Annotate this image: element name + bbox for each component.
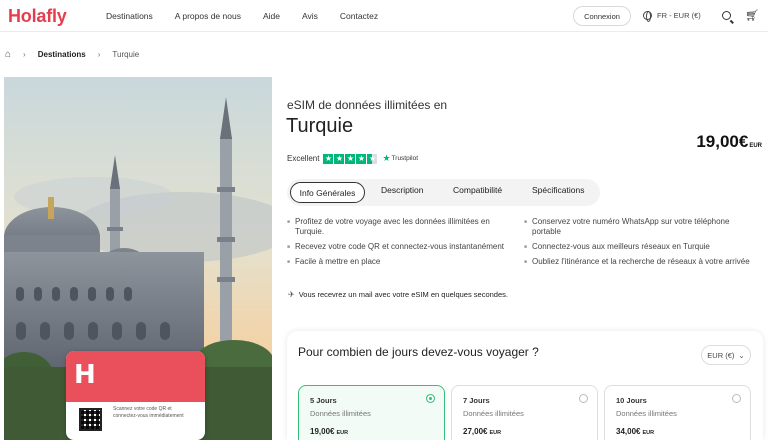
plan-data: Données illimitées [463, 409, 524, 418]
esim-card-header: H [66, 351, 205, 402]
plan-option-5-days[interactable]: 5 Jours Données illimitées 19,00€ EUR [298, 385, 445, 440]
features-left: ■ Profitez de votre voyage avec les donné… [287, 217, 512, 272]
plan-price: 19,00€ EUR [310, 427, 348, 436]
breadcrumb-destinations[interactable]: Destinations [38, 50, 86, 59]
plan-days: 10 Jours [616, 396, 647, 405]
qr-code-icon [79, 408, 102, 431]
price-currency: EUR [749, 143, 762, 149]
rating-label: Excellent [287, 154, 320, 163]
star-icon: ★ [334, 153, 345, 164]
radio-selected-icon[interactable] [426, 394, 435, 403]
product-subtitle: eSIM de données illimitées en [287, 98, 448, 112]
plan-option-7-days[interactable]: 7 Jours Données illimitées 27,00€ EUR [451, 385, 598, 440]
star-half-icon: ★ [367, 153, 378, 164]
nav-help[interactable]: Aide [263, 11, 280, 21]
radio-icon[interactable] [579, 394, 588, 403]
esim-card-text: Scannez votre code QR et connectez-vous … [113, 406, 184, 419]
feature-text: Recevez votre code QR et connectez-vous … [295, 242, 504, 251]
locale-selector[interactable]: FR - EUR (€) [643, 11, 701, 22]
plan-option-10-days[interactable]: 10 Jours Données illimitées 34,00€ EUR [604, 385, 751, 440]
esim-card-visual: H Scannez votre code QR et connectez-vou… [66, 351, 205, 440]
plan-price-value: 34,00€ [616, 427, 641, 436]
holafly-logo[interactable]: Holafly [8, 6, 67, 27]
plan-price: 27,00€ EUR [463, 427, 501, 436]
feature-item: ■ Connectez-vous aux meilleurs réseaux en… [524, 242, 756, 252]
tab-general-info[interactable]: Info Générales [290, 182, 365, 203]
currency-select[interactable]: EUR (€) ⌄ [701, 345, 751, 365]
feature-text: Profitez de votre voyage avec les donnée… [295, 217, 490, 236]
plan-data: Données illimitées [310, 409, 371, 418]
feature-text: Oubliez l'itinérance et la recherche de … [532, 257, 750, 266]
plan-price: 34,00€ EUR [616, 427, 654, 436]
star-icon: ★ [345, 153, 356, 164]
cart-icon[interactable]: 🛒︎ [745, 9, 759, 22]
locale-label: FR - EUR (€) [657, 11, 701, 20]
plan-days: 7 Jours [463, 396, 490, 405]
top-header: Holafly Destinations A propos de nous Ai… [0, 0, 768, 32]
plan-price-currency: EUR [489, 430, 502, 436]
bullet-icon: ■ [287, 219, 291, 225]
chevron-down-icon: ⌄ [738, 350, 745, 360]
info-tabs: Info Générales Description Compatibilité… [287, 179, 600, 206]
holafly-h-logo: H [74, 360, 96, 390]
star-icon: ★ [323, 153, 334, 164]
page-title: Turquie [286, 115, 354, 137]
search-icon[interactable] [722, 11, 731, 20]
trustpilot-star-icon: ★ [382, 153, 391, 163]
days-question: Pour combien de jours devez-vous voyager… [298, 345, 539, 359]
chevron-right-icon: › [97, 50, 101, 59]
rating-stars: ★ ★ ★ ★ ★ [323, 153, 378, 164]
plan-data: Données illimitées [616, 409, 677, 418]
product-price: 19,00€EUR [696, 132, 762, 152]
features-right: ■ Conservez votre numéro WhatsApp sur vot… [524, 217, 756, 272]
breadcrumb-current: Turquie [112, 50, 140, 59]
plan-price-currency: EUR [642, 430, 655, 436]
tab-specifications[interactable]: Spécifications [532, 185, 584, 195]
chevron-right-icon: › [23, 50, 26, 59]
feature-text: Facile à mettre en place [295, 257, 381, 266]
bullet-icon: ■ [524, 219, 528, 225]
globe-icon [643, 11, 652, 22]
tab-description[interactable]: Description [381, 185, 424, 195]
currency-label: EUR (€) [707, 350, 735, 360]
trustpilot-logo: ★ Trustpilot [382, 153, 418, 164]
price-value: 19,00€ [696, 132, 749, 151]
bullet-icon: ■ [287, 259, 291, 265]
nav-reviews[interactable]: Avis [302, 11, 318, 21]
nav-about[interactable]: A propos de nous [175, 11, 241, 21]
feature-item: ■ Profitez de votre voyage avec les donné… [287, 217, 512, 237]
days-selector-panel: Pour combien de jours devez-vous voyager… [287, 331, 763, 440]
nav-destinations[interactable]: Destinations [106, 11, 153, 21]
nav-contact[interactable]: Contactez [340, 11, 378, 21]
bullet-icon: ■ [524, 244, 528, 250]
feature-text: Connectez-vous aux meilleurs réseaux en … [532, 242, 710, 251]
radio-icon[interactable] [732, 394, 741, 403]
plan-price-value: 27,00€ [463, 427, 488, 436]
trustpilot-label: Trustpilot [391, 155, 419, 162]
delivery-notice: ✈ Vous recevrez un mail avec votre eSIM … [288, 290, 508, 299]
plan-price-value: 19,00€ [310, 427, 335, 436]
paper-plane-icon: ✈ [288, 290, 295, 299]
tab-compatibility[interactable]: Compatibilité [453, 185, 502, 195]
trustpilot-rating[interactable]: Excellent ★ ★ ★ ★ ★ ★ Trustpilot [287, 153, 418, 164]
notice-text: Vous recevrez un mail avec votre eSIM en… [298, 290, 508, 299]
plan-days: 5 Jours [310, 396, 337, 405]
feature-item: ■ Oubliez l'itinérance et la recherche de… [524, 257, 756, 267]
feature-item: ■ Conservez votre numéro WhatsApp sur vot… [524, 217, 756, 237]
feature-text: Conservez votre numéro WhatsApp sur votr… [532, 217, 730, 236]
plan-price-currency: EUR [336, 430, 349, 436]
breadcrumb: ⌂ › Destinations › Turquie [5, 49, 139, 60]
main-nav: Destinations A propos de nous Aide Avis … [106, 11, 400, 21]
bullet-icon: ■ [287, 244, 291, 250]
feature-item: ■ Facile à mettre en place [287, 257, 512, 267]
feature-item: ■ Recevez votre code QR et connectez-vous… [287, 242, 512, 252]
login-button[interactable]: Connexion [573, 6, 631, 26]
bullet-icon: ■ [524, 259, 528, 265]
star-icon: ★ [356, 153, 367, 164]
home-icon[interactable]: ⌂ [5, 49, 11, 60]
